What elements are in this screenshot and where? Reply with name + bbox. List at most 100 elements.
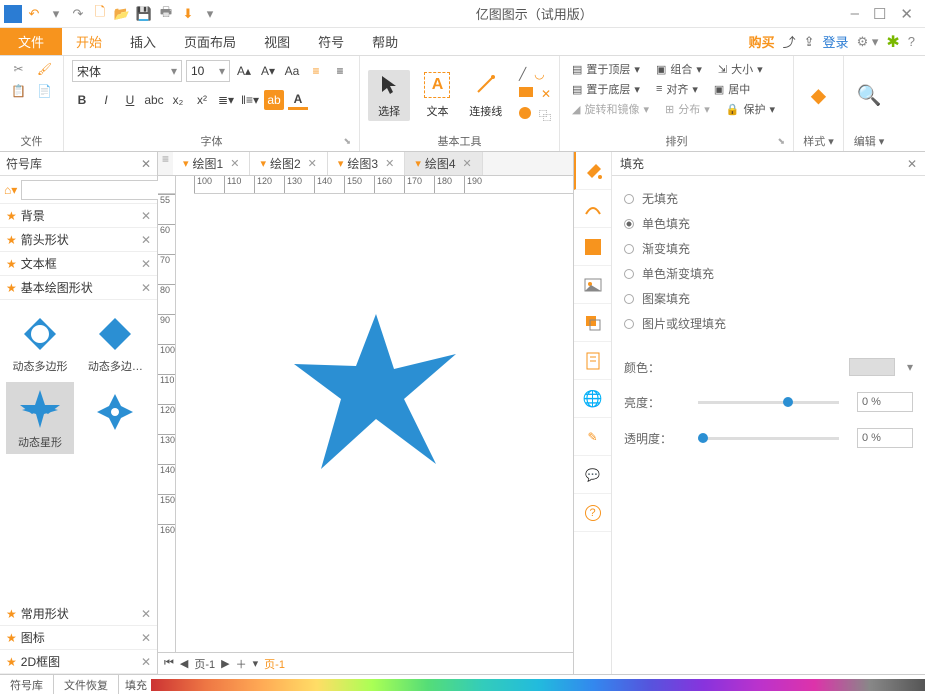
send-back-button[interactable]: ▤ 置于底层 ▾ [568, 80, 644, 98]
grow-font-icon[interactable]: A▴ [234, 61, 254, 81]
star-shape[interactable] [286, 304, 466, 484]
superscript-button[interactable]: x² [192, 90, 212, 110]
prop-tab-help[interactable]: ? [574, 494, 611, 532]
prop-tab-comment[interactable]: 💬 [574, 456, 611, 494]
distribute-button[interactable]: ⊞ 分布 ▾ [661, 100, 714, 118]
group-button[interactable]: ▣ 组合 ▾ [652, 60, 706, 78]
fillpanel-close-icon[interactable]: ✕ [907, 157, 917, 171]
close-button[interactable]: ✕ [900, 5, 913, 23]
menu-file[interactable]: 文件 [0, 28, 62, 55]
prop-tab-fill[interactable] [574, 152, 611, 190]
fill-option-pattern[interactable]: 图案填充 [624, 286, 913, 311]
print-icon[interactable]: 🖶 [158, 6, 174, 22]
menu-help[interactable]: 帮助 [358, 28, 412, 55]
brightness-slider[interactable] [698, 401, 839, 404]
redo-icon[interactable]: ↷ [70, 6, 86, 22]
align-button[interactable]: ≡ 对齐 ▾ [652, 80, 702, 98]
change-case-icon[interactable]: Aa [282, 61, 302, 81]
page-active-label[interactable]: 页-1 [264, 656, 285, 672]
maximize-button[interactable]: ☐ [873, 5, 886, 23]
cat-background[interactable]: ★背景✕ [0, 204, 157, 228]
prop-tab-layer[interactable] [574, 304, 611, 342]
line-shape-icon[interactable]: ╱ [519, 67, 526, 81]
prop-tab-theme[interactable]: 🌐 [574, 380, 611, 418]
paragraph-align2-icon[interactable]: ≡ [330, 61, 350, 81]
tab-drawing3[interactable]: ▾绘图3✕ [328, 152, 405, 175]
qat-more[interactable]: ▾ [202, 6, 218, 22]
menu-symbol[interactable]: 符号 [304, 28, 358, 55]
tab-drawing1[interactable]: ▾绘图1✕ [173, 152, 250, 175]
drawing-canvas[interactable] [176, 194, 573, 652]
bullets-button[interactable]: ≣▾ [216, 90, 236, 110]
fill-option-gradient[interactable]: 渐变填充 [624, 236, 913, 261]
home-icon[interactable]: ⌂▾ [4, 183, 17, 197]
bold-button[interactable]: B [72, 90, 92, 110]
shape-dynamic-star[interactable]: 动态星形 [6, 382, 74, 454]
size-button[interactable]: ⇲ 大小 ▾ [714, 60, 767, 78]
connector-tool[interactable]: 连接线 [465, 70, 507, 121]
paste-icon[interactable]: 📄 [36, 82, 54, 100]
cloud-icon[interactable]: ⇪ [804, 34, 815, 50]
help-icon[interactable]: ? [908, 34, 915, 49]
tab-drawing4[interactable]: ▾绘图4✕ [405, 152, 482, 175]
buy-link[interactable]: 购买 [749, 32, 775, 51]
prop-tab-shadow[interactable] [574, 228, 611, 266]
fill-option-none[interactable]: 无填充 [624, 186, 913, 211]
fill-option-solidgradient[interactable]: 单色渐变填充 [624, 261, 913, 286]
prop-tab-line[interactable] [574, 190, 611, 228]
cat-icons[interactable]: ★图标✕ [0, 626, 157, 650]
cat-arrows[interactable]: ★箭头形状✕ [0, 228, 157, 252]
page-nav-next[interactable]: ▶ [221, 657, 229, 670]
font-name-combo[interactable]: 宋体▾ [72, 60, 182, 82]
cut-icon[interactable]: ✂ [10, 60, 28, 78]
bring-front-button[interactable]: ▤ 置于顶层 ▾ [568, 60, 644, 78]
brightness-spinner[interactable]: 0 % [857, 392, 913, 412]
page-add[interactable]: ＋ [236, 656, 247, 672]
italic-button[interactable]: I [96, 90, 116, 110]
select-tool[interactable]: 选择 [368, 70, 410, 121]
opacity-slider[interactable] [698, 437, 839, 440]
new-icon[interactable]: 🗋 [92, 6, 108, 22]
subscript-button[interactable]: x₂ [168, 90, 188, 110]
line-spacing-button[interactable]: ‖≡▾ [240, 90, 260, 110]
cat-textbox[interactable]: ★文本框✕ [0, 252, 157, 276]
menu-insert[interactable]: 插入 [116, 28, 170, 55]
open-icon[interactable]: 📂 [114, 6, 130, 22]
undo-icon[interactable]: ↶ [26, 6, 42, 22]
font-color-button[interactable]: A [288, 90, 308, 110]
fill-option-picture[interactable]: 图片或纹理填充 [624, 311, 913, 336]
page-nav-first[interactable]: ⏮ [164, 657, 174, 670]
shape-dynamic-polygon2[interactable]: 动态多边… [81, 306, 149, 378]
ellipse-shape-icon[interactable] [519, 107, 531, 119]
center-button[interactable]: ▣ 居中 [710, 80, 754, 98]
page-dropdown[interactable]: ▾ [253, 657, 259, 670]
cat-basicshapes[interactable]: ★基本绘图形状✕ [0, 276, 157, 300]
highlight-button[interactable]: ab [264, 90, 284, 110]
prop-tab-edit[interactable]: ✎ [574, 418, 611, 456]
save-icon[interactable]: 💾 [136, 6, 152, 22]
rect-shape-icon[interactable] [519, 87, 533, 97]
prop-tab-picture[interactable] [574, 266, 611, 304]
share-icon[interactable]: ⤴ [783, 32, 796, 51]
edit-tool[interactable]: 🔍 [852, 81, 886, 111]
font-size-combo[interactable]: 10▾ [186, 60, 230, 82]
page-nav-prev[interactable]: ◀ [180, 657, 188, 670]
style-tool[interactable]: ◆ [802, 81, 835, 111]
page-current[interactable]: 页-1 [194, 656, 215, 672]
opacity-spinner[interactable]: 0 % [857, 428, 913, 448]
underline-button[interactable]: U [120, 90, 140, 110]
cat-2dblock[interactable]: ★2D框图✕ [0, 650, 157, 674]
tab-drawing2[interactable]: ▾绘图2✕ [250, 152, 327, 175]
shape-shuriken[interactable] [81, 384, 149, 440]
menu-pagelayout[interactable]: 页面布局 [170, 28, 250, 55]
color-swatch[interactable] [849, 358, 895, 376]
arc-shape-icon[interactable]: ◡ [534, 67, 544, 81]
protect-button[interactable]: 🔒 保护 ▾ [722, 100, 779, 118]
strike-button[interactable]: abc [144, 90, 164, 110]
login-link[interactable]: 登录 [823, 32, 849, 51]
text-tool[interactable]: A 文本 [416, 70, 458, 121]
paragraph-align-icon[interactable]: ≡ [306, 61, 326, 81]
menu-start[interactable]: 开始 [62, 28, 116, 55]
prop-tab-page[interactable] [574, 342, 611, 380]
fill-option-solid[interactable]: 单色填充 [624, 211, 913, 236]
